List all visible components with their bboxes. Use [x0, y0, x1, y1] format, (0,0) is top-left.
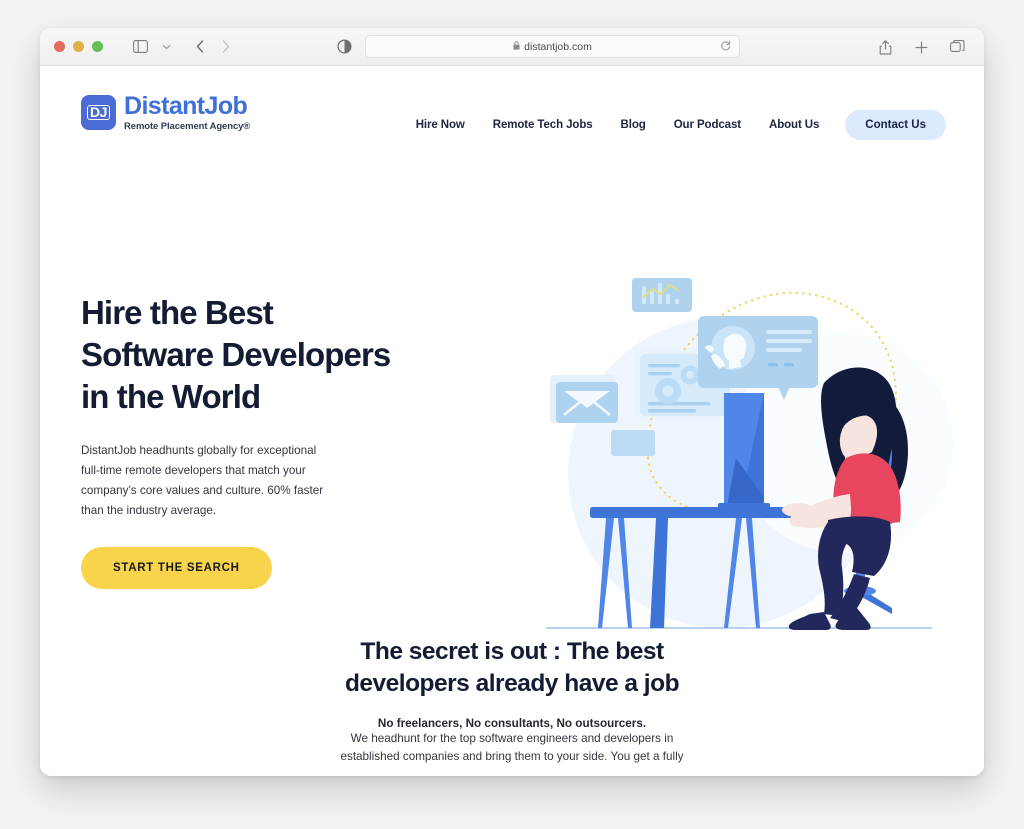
logo-mark-text: DJ — [87, 105, 110, 121]
back-icon[interactable] — [187, 34, 213, 60]
hero-paragraph: DistantJob headhunts globally for except… — [81, 443, 324, 518]
remote-developer-at-desk-illustration — [528, 258, 958, 648]
monitor — [718, 393, 770, 510]
reload-icon[interactable] — [720, 40, 731, 54]
address-bar-url: distantjob.com — [524, 40, 592, 53]
sidebar-controls — [127, 34, 179, 60]
toolbar-right-actions — [872, 28, 970, 66]
site-logo[interactable]: DJ DistantJob Remote Placement Agency® — [81, 94, 250, 132]
secret-body-line-1: We headhunt for the top software enginee… — [350, 731, 674, 745]
hero-title-line-3: in the World — [81, 378, 261, 416]
browser-window: distantjob.com DJ DistantJob Remote Plac… — [40, 28, 984, 776]
start-the-search-button[interactable]: START THE SEARCH — [81, 547, 272, 590]
hero-copy: Hire the Best Software Developers in the… — [81, 292, 461, 590]
lock-icon — [513, 41, 520, 52]
secret-title-line-1: The secret is out : The best — [360, 638, 664, 665]
chevron-down-icon[interactable] — [153, 34, 179, 60]
hero-title-line-1: Hire the Best — [81, 294, 274, 331]
hero-title: Hire the Best Software Developers in the… — [81, 292, 461, 419]
secret-title: The secret is out : The best developers … — [292, 636, 732, 700]
chart-card — [632, 278, 692, 312]
minimize-window-button[interactable] — [73, 41, 84, 52]
address-bar[interactable]: distantjob.com — [365, 35, 740, 58]
secret-lead: No freelancers, No consultants, No outso… — [377, 716, 647, 730]
secret-section: The secret is out : The best developers … — [40, 636, 984, 766]
close-window-button[interactable] — [54, 41, 65, 52]
secret-body-line-2: established companies and bring them to … — [340, 749, 684, 763]
new-tab-icon[interactable] — [908, 34, 934, 60]
site-header: DJ DistantJob Remote Placement Agency® H… — [40, 66, 984, 140]
forward-icon[interactable] — [213, 34, 239, 60]
hero-title-line-2: Software Developers — [81, 336, 391, 374]
web-page-content: DJ DistantJob Remote Placement Agency® H… — [40, 66, 984, 776]
reader-view-icon[interactable] — [337, 39, 352, 59]
window-controls — [54, 41, 103, 52]
contact-person-card — [698, 316, 818, 400]
distantjob-logo-icon: DJ — [81, 95, 116, 131]
share-icon[interactable] — [872, 34, 898, 60]
email-card — [550, 375, 618, 423]
logo-wordmark: DistantJob — [124, 92, 248, 120]
maximize-window-button[interactable] — [92, 41, 103, 52]
browser-toolbar: distantjob.com — [40, 28, 984, 66]
secret-title-line-2: developers already have a job — [344, 669, 680, 697]
blank-card — [611, 430, 655, 456]
sidebar-toggle-icon[interactable] — [127, 34, 153, 60]
tab-overview-icon[interactable] — [944, 34, 970, 60]
hero-section: Hire the Best Software Developers in the… — [40, 128, 984, 630]
navigation-controls — [187, 34, 239, 60]
